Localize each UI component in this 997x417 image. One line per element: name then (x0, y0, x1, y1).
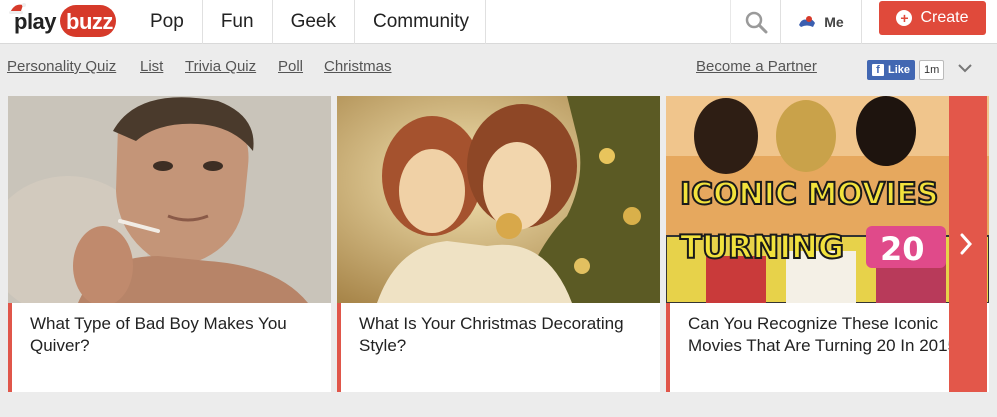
facebook-like-button[interactable]: f Like (867, 60, 916, 80)
category-personality-quiz[interactable]: Personality Quiz (7, 58, 116, 75)
playbuzz-logo[interactable]: play buzz (8, 2, 116, 40)
search-icon (745, 11, 767, 34)
create-button[interactable]: + Create (879, 1, 986, 35)
card-title[interactable]: Can You Recognize These Iconic Movies Th… (688, 313, 978, 357)
tab-fun[interactable]: Fun (203, 0, 273, 44)
tab-pop[interactable]: Pop (132, 0, 203, 44)
facebook-like-label: Like (888, 64, 911, 76)
movies-headline-1: ICONIC MOVIES (680, 177, 938, 212)
card-accent-bar (666, 303, 670, 392)
page-bottom-strip (0, 392, 997, 417)
me-button[interactable]: Me (780, 0, 862, 44)
search-button[interactable] (730, 0, 780, 44)
user-icon (799, 16, 816, 27)
category-christmas[interactable]: Christmas (324, 58, 392, 75)
card-accent-bar (337, 303, 341, 392)
card-title[interactable]: What Type of Bad Boy Makes You Quiver? (30, 313, 320, 357)
create-label: Create (920, 9, 969, 26)
top-navbar: play buzz Pop Fun Geek Community Me + Cr… (0, 0, 997, 44)
become-partner-link[interactable]: Become a Partner (696, 58, 817, 75)
facebook-icon: f (872, 64, 884, 76)
chevron-right-icon (960, 233, 973, 255)
category-list[interactable]: List (140, 58, 163, 75)
movies-headline-2: TURNING (680, 228, 844, 266)
facebook-like-count: 1m (919, 60, 945, 80)
quiz-card-christmas-style[interactable]: What Is Your Christmas Decorating Style? (337, 96, 660, 392)
category-trivia-quiz[interactable]: Trivia Quiz (185, 58, 256, 75)
card-image-iconic-movies[interactable]: ICONIC MOVIES TURNING 20 (666, 96, 989, 303)
tab-geek[interactable]: Geek (273, 0, 355, 44)
category-bar: Personality Quiz List Trivia Quiz Poll C… (0, 45, 997, 88)
facebook-like-widget: f Like 1m (867, 60, 945, 80)
tab-community[interactable]: Community (355, 0, 487, 44)
me-label: Me (824, 14, 844, 30)
card-image-man-smoking[interactable] (8, 96, 331, 303)
card-image-christmas-women[interactable] (337, 96, 660, 303)
card-title[interactable]: What Is Your Christmas Decorating Style? (359, 313, 649, 357)
movies-headline-number: 20 (880, 230, 925, 268)
logo-text-buzz: buzz (66, 9, 113, 34)
main-nav: Pop Fun Geek Community (132, 0, 487, 44)
quiz-card-bad-boy[interactable]: What Type of Bad Boy Makes You Quiver? (8, 96, 331, 392)
logo-text-play: play (14, 9, 57, 34)
chevron-down-icon[interactable] (957, 63, 973, 73)
quiz-card-iconic-movies[interactable]: ICONIC MOVIES TURNING 20 Can You Recogni… (666, 96, 989, 392)
plus-icon: + (896, 10, 913, 26)
carousel-next-button[interactable] (949, 96, 987, 392)
card-accent-bar (8, 303, 12, 392)
category-poll[interactable]: Poll (278, 58, 303, 75)
